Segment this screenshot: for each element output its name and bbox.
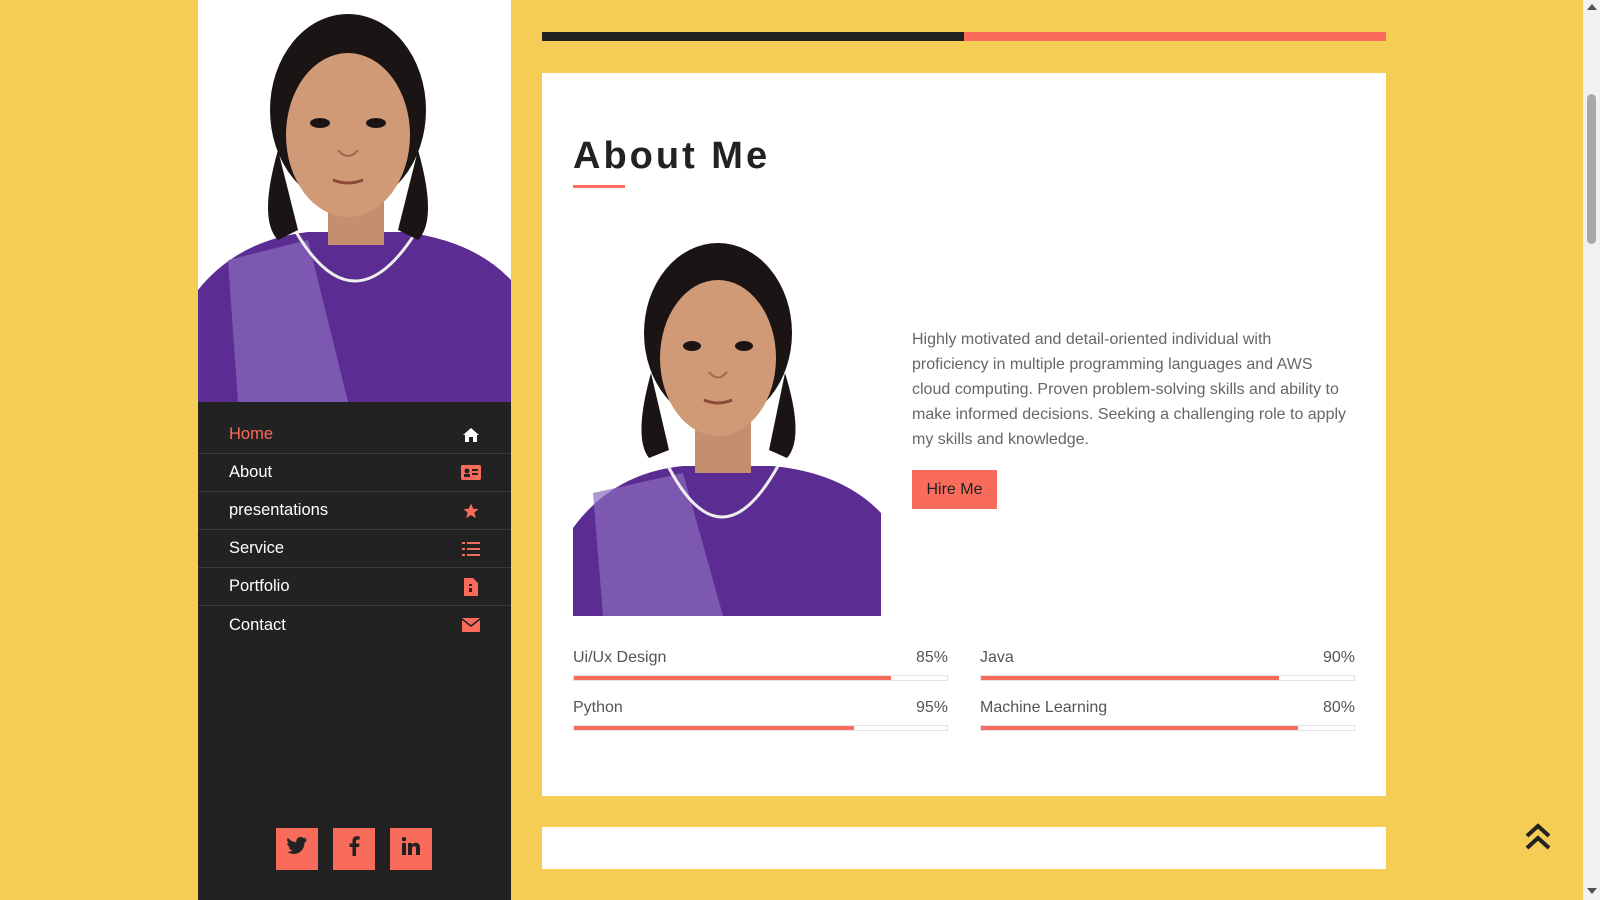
sidebar: Home About presentations Service Portfol… xyxy=(198,0,511,900)
skill-bar xyxy=(980,675,1355,681)
nav-label-presentations: presentations xyxy=(229,501,329,519)
nav-item-portfolio[interactable]: Portfolio xyxy=(198,568,511,606)
skill-percent: 85% xyxy=(915,649,948,666)
skill-item: Ui/Ux Design 85% xyxy=(573,649,948,681)
social-links xyxy=(276,828,432,870)
about-section: About Me Highly motivated and detail-ori… xyxy=(542,73,1386,796)
skills-grid: Ui/Ux Design 85% Java 90% Python 95% Mac… xyxy=(573,649,1355,731)
sidebar-nav: Home About presentations Service Portfol… xyxy=(198,416,511,644)
skill-name: Machine Learning xyxy=(980,699,1108,716)
linkedin-icon xyxy=(401,837,420,861)
skill-item: Machine Learning 80% xyxy=(980,699,1355,731)
next-section-card xyxy=(542,827,1386,869)
home-icon xyxy=(461,425,481,445)
facebook-button[interactable] xyxy=(333,828,375,870)
double-chevron-up-icon xyxy=(1524,823,1552,856)
nav-item-home[interactable]: Home xyxy=(198,416,511,454)
about-title: About Me xyxy=(573,135,771,177)
skill-percent: 80% xyxy=(1322,699,1355,716)
skill-bar xyxy=(573,675,948,681)
list-check-icon xyxy=(461,539,481,559)
scroll-up-arrow[interactable] xyxy=(1587,4,1597,10)
skill-bar xyxy=(573,725,948,731)
nav-label-contact: Contact xyxy=(229,615,286,634)
nav-item-presentations[interactable]: presentations xyxy=(198,492,511,530)
linkedin-button[interactable] xyxy=(390,828,432,870)
skill-percent: 95% xyxy=(915,699,948,716)
skill-name: Python xyxy=(573,699,623,716)
page-progress-fill xyxy=(542,32,964,41)
twitter-button[interactable] xyxy=(276,828,318,870)
star-icon xyxy=(461,501,481,521)
skill-bar-fill xyxy=(981,676,1280,680)
skill-bar xyxy=(980,725,1355,731)
file-icon xyxy=(461,577,481,597)
envelope-icon xyxy=(461,615,481,635)
nav-label-portfolio: Portfolio xyxy=(229,577,290,595)
nav-label-service: Service xyxy=(229,539,285,557)
nav-label-home: Home xyxy=(229,425,274,443)
page-progress-bar xyxy=(542,32,1386,41)
id-card-icon xyxy=(461,463,481,483)
facebook-icon xyxy=(348,836,360,862)
about-photo xyxy=(573,238,881,616)
skill-bar-fill xyxy=(574,676,892,680)
title-underline xyxy=(573,185,625,188)
about-description: Highly motivated and detail-oriented ind… xyxy=(912,331,1347,448)
page-scrollbar[interactable] xyxy=(1583,0,1600,900)
skill-percent: 90% xyxy=(1322,649,1355,666)
skill-item: Python 95% xyxy=(573,699,948,731)
skill-name: Ui/Ux Design xyxy=(573,649,667,666)
nav-item-service[interactable]: Service xyxy=(198,530,511,568)
twitter-icon xyxy=(287,836,307,861)
back-to-top-button[interactable] xyxy=(1524,822,1552,852)
skill-bar-fill xyxy=(574,726,854,730)
skill-item: Java 90% xyxy=(980,649,1355,681)
nav-item-contact[interactable]: Contact xyxy=(198,606,511,644)
nav-item-about[interactable]: About xyxy=(198,454,511,492)
skill-bar-fill xyxy=(981,726,1299,730)
scrollbar-thumb[interactable] xyxy=(1587,94,1596,244)
profile-photo xyxy=(198,0,511,402)
hire-me-button[interactable]: Hire Me xyxy=(912,470,997,509)
skill-name: Java xyxy=(980,649,1014,666)
scroll-down-arrow[interactable] xyxy=(1587,888,1597,894)
nav-label-about: About xyxy=(229,463,273,481)
